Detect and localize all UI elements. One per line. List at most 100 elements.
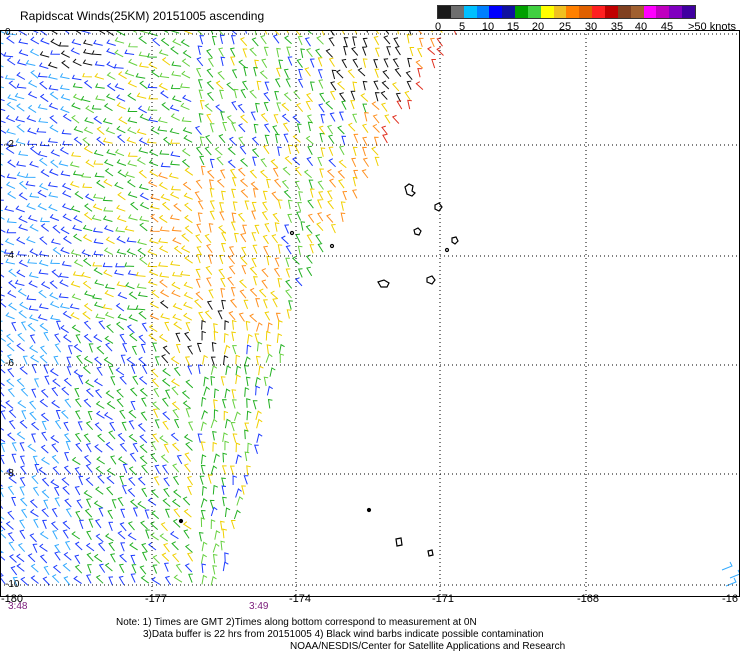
wind-barb <box>409 47 415 57</box>
wind-barb <box>240 188 249 198</box>
wind-barb <box>204 310 212 320</box>
wind-barb <box>362 103 367 113</box>
wind-barb <box>92 227 103 233</box>
wind-barb <box>238 123 246 133</box>
wind-barb <box>201 563 207 573</box>
wind-barb <box>244 356 251 366</box>
wind-barb <box>243 299 249 309</box>
wind-barb <box>212 543 220 553</box>
wind-barb <box>274 222 280 232</box>
wind-barb <box>227 146 236 156</box>
wind-barb <box>26 295 37 301</box>
wind-barb <box>85 443 92 453</box>
wind-barb <box>138 376 148 385</box>
wind-barb <box>96 136 105 146</box>
wind-barb <box>86 574 92 584</box>
wind-barb <box>165 389 171 399</box>
wind-barb <box>246 344 252 355</box>
wind-barb <box>95 486 104 495</box>
wind-barb <box>158 49 169 56</box>
wind-barb <box>252 244 258 254</box>
wind-barb <box>309 58 315 68</box>
wind-barb <box>296 211 302 221</box>
wind-barb <box>32 486 40 496</box>
colorbar-swatch <box>476 6 490 18</box>
wind-barb <box>170 84 181 90</box>
wind-barb <box>62 485 70 495</box>
wind-barb <box>182 127 193 134</box>
longitude-label: -177 <box>144 593 168 605</box>
wind-barb <box>209 200 215 210</box>
wind-barb <box>239 37 248 47</box>
wind-barb <box>229 465 235 475</box>
wind-barb <box>16 83 27 89</box>
wind-barb <box>61 182 72 191</box>
wind-barb <box>25 180 36 187</box>
wind-barb <box>74 432 82 442</box>
wind-barb <box>194 125 202 136</box>
wind-barb <box>18 38 28 45</box>
colorbar-swatch <box>438 6 451 18</box>
wind-barb <box>61 386 70 396</box>
wind-barb <box>319 92 326 102</box>
wind-barb <box>42 576 50 586</box>
wind-barb <box>6 333 14 343</box>
wind-barb <box>220 376 226 386</box>
wind-barb <box>147 53 157 58</box>
wind-barb <box>195 291 204 301</box>
wind-barb <box>183 434 193 443</box>
wind-barb <box>116 159 127 166</box>
wind-barb <box>152 408 159 418</box>
wind-barb <box>18 180 28 190</box>
wind-barb <box>93 160 104 165</box>
wind-barb <box>93 500 103 509</box>
wind-barb <box>85 463 93 473</box>
wind-barb <box>315 234 322 244</box>
wind-barb <box>373 59 378 69</box>
wind-barb <box>82 311 91 320</box>
wind-barb <box>415 81 424 90</box>
wind-barb <box>83 303 93 312</box>
wind-barb <box>153 476 160 486</box>
wind-barb <box>83 398 92 408</box>
wind-barb <box>188 421 194 431</box>
wind-barb <box>285 268 291 278</box>
wind-barb <box>255 298 260 308</box>
wind-barb <box>229 298 237 308</box>
wind-barb <box>152 564 158 574</box>
wind-barb <box>52 224 61 234</box>
wind-barb <box>210 465 218 475</box>
wind-barb <box>110 553 116 563</box>
wind-barb <box>38 117 48 123</box>
wind-barb <box>51 387 59 397</box>
wind-barb <box>116 125 126 134</box>
wind-barb <box>200 165 206 176</box>
wind-barb <box>231 345 237 355</box>
wind-barb <box>249 287 258 297</box>
island-outline <box>451 236 459 245</box>
wind-barb <box>220 56 226 67</box>
wind-barb <box>51 574 60 584</box>
wind-barb <box>18 49 29 57</box>
wind-barb <box>49 292 59 300</box>
wind-barb <box>19 366 28 375</box>
wind-barb <box>241 80 249 90</box>
wind-barb <box>204 233 212 244</box>
wind-barb <box>17 332 25 342</box>
wind-barb <box>307 213 315 223</box>
wind-barb <box>240 114 248 124</box>
wind-barb <box>29 48 39 57</box>
wind-barb <box>220 540 226 551</box>
wind-barb <box>214 530 221 540</box>
wind-barb <box>235 354 241 365</box>
wind-barb <box>49 91 59 100</box>
wind-barb <box>29 345 38 354</box>
wind-barb <box>158 82 168 91</box>
wind-barb <box>327 200 334 210</box>
wind-barb <box>264 311 271 321</box>
wind-barb <box>260 158 267 168</box>
wind-barb <box>40 169 50 178</box>
wind-barb <box>120 508 126 518</box>
wind-barb <box>152 342 157 352</box>
wind-barb <box>247 333 253 344</box>
